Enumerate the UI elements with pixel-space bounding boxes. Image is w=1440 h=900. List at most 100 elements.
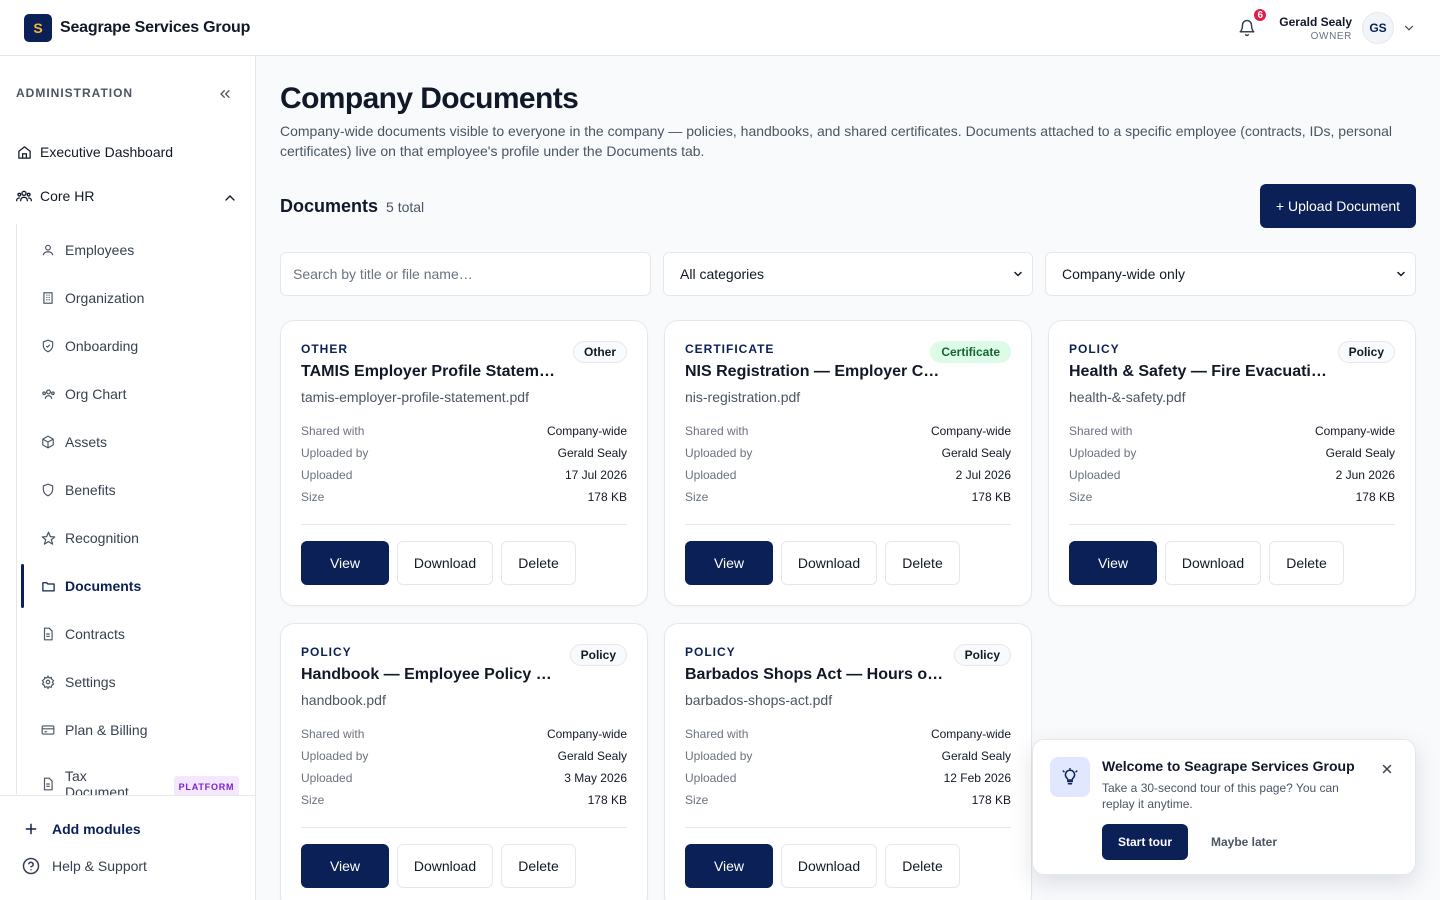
meta-label: Shared with xyxy=(301,424,365,438)
category-badge: Certificate xyxy=(930,341,1011,363)
meta-row: Shared with Company-wide xyxy=(301,727,627,741)
meta-value: 178 KB xyxy=(971,490,1011,504)
sidebar-item-org-chart[interactable]: Org Chart xyxy=(40,376,240,412)
document-category: POLICY xyxy=(685,645,736,659)
download-button[interactable]: Download xyxy=(397,844,493,888)
view-button[interactable]: View xyxy=(685,844,773,888)
divider xyxy=(1069,524,1395,525)
category-badge: Other xyxy=(572,341,627,363)
shield-check-icon xyxy=(40,338,56,354)
sidebar-item-employees[interactable]: Employees xyxy=(40,232,240,268)
delete-button[interactable]: Delete xyxy=(501,844,576,888)
sidebar-item-label: Benefits xyxy=(65,482,116,498)
user-menu-chevron[interactable] xyxy=(1402,21,1416,35)
category-select[interactable]: All categories xyxy=(663,252,1033,296)
gear-icon xyxy=(40,674,56,690)
upload-document-button[interactable]: + Upload Document xyxy=(1260,184,1416,228)
folder-icon xyxy=(40,578,56,594)
chevron-down-icon xyxy=(1404,25,1414,31)
brand[interactable]: S Seagrape Services Group xyxy=(24,13,251,42)
delete-button[interactable]: Delete xyxy=(501,541,576,585)
category-badge: Policy xyxy=(1337,341,1395,363)
tour-title: Welcome to Seagrape Services Group xyxy=(1102,758,1355,774)
meta-label: Size xyxy=(685,793,709,807)
sidebar-item-label: Organization xyxy=(65,290,145,306)
active-indicator xyxy=(21,564,24,608)
meta-value: 3 May 2026 xyxy=(564,771,627,785)
sidebar-item-documents[interactable]: Documents xyxy=(40,568,240,604)
notifications-button[interactable]: 6 xyxy=(1235,7,1269,40)
meta-label: Shared with xyxy=(685,424,749,438)
chevron-down-icon xyxy=(1014,271,1022,277)
divider xyxy=(301,827,627,828)
page-description: Company-wide documents visible to everyo… xyxy=(280,123,1393,159)
meta-row: Size 178 KB xyxy=(1069,490,1395,504)
collapse-sidebar-button[interactable] xyxy=(214,83,236,105)
sidebar-item-assets[interactable]: Assets xyxy=(40,424,240,460)
avatar[interactable]: GS xyxy=(1362,12,1394,44)
view-button[interactable]: View xyxy=(301,541,389,585)
meta-value: 12 Feb 2026 xyxy=(943,771,1011,785)
meta-value: Gerald Sealy xyxy=(941,446,1011,460)
scope-select-value: Company-wide only xyxy=(1062,266,1185,282)
meta-value: Company-wide xyxy=(930,727,1011,741)
start-tour-button[interactable]: Start tour xyxy=(1102,824,1188,860)
sidebar-section-label: ADMINISTRATION xyxy=(16,86,134,100)
search-input[interactable]: Search by title or file name… xyxy=(280,252,651,296)
download-button[interactable]: Download xyxy=(1165,541,1261,585)
download-button[interactable]: Download xyxy=(781,844,877,888)
bell-icon xyxy=(1239,19,1255,37)
sidebar-item-plan-billing[interactable]: Plan & Billing xyxy=(40,712,240,748)
add-modules-label: Add modules xyxy=(52,821,141,837)
home-icon xyxy=(16,144,32,160)
meta-label: Uploaded by xyxy=(301,749,369,763)
view-button[interactable]: View xyxy=(1069,541,1157,585)
view-button[interactable]: View xyxy=(685,541,773,585)
download-button[interactable]: Download xyxy=(781,541,877,585)
user-meta[interactable]: Gerald Sealy OWNER xyxy=(1279,15,1352,42)
meta-row: Uploaded by Gerald Sealy xyxy=(301,446,627,460)
download-button[interactable]: Download xyxy=(397,541,493,585)
divider xyxy=(685,827,1011,828)
maybe-later-button[interactable]: Maybe later xyxy=(1200,824,1288,860)
sidebar-item-label: Documents xyxy=(65,578,142,594)
category-badge: Policy xyxy=(953,644,1011,666)
delete-button[interactable]: Delete xyxy=(885,541,960,585)
search-placeholder: Search by title or file name… xyxy=(293,266,473,282)
meta-row: Shared with Company-wide xyxy=(685,727,1011,741)
sidebar-item-label: Employees xyxy=(65,242,135,258)
tour-text: Take a 30-second tour of this page? You … xyxy=(1102,781,1339,811)
view-button[interactable]: View xyxy=(301,844,389,888)
document-category: POLICY xyxy=(1069,342,1120,356)
sidebar-item-benefits[interactable]: Benefits xyxy=(40,472,240,508)
meta-value: 178 KB xyxy=(587,793,627,807)
close-tour-button[interactable] xyxy=(1377,759,1397,779)
chevron-down-icon xyxy=(1397,271,1405,277)
help-support-label: Help & Support xyxy=(52,858,147,874)
sidebar-item-label: Recognition xyxy=(65,530,139,546)
welcome-tour-popup: Welcome to Seagrape Services Group Take … xyxy=(1032,739,1416,875)
core-hr-toggle[interactable] xyxy=(222,190,238,211)
sidebar-footer: Add modules Help & Support xyxy=(0,795,255,900)
help-support-link[interactable]: Help & Support xyxy=(22,857,147,875)
sidebar-item-core-hr[interactable]: Core HR xyxy=(16,188,94,204)
sidebar-item-onboarding[interactable]: Onboarding xyxy=(40,328,240,364)
document-title: Barbados Shops Act — Hours of Work xyxy=(685,666,945,683)
sidebar-item-contracts[interactable]: Contracts xyxy=(40,616,240,652)
brand-name: Seagrape Services Group xyxy=(60,18,251,36)
delete-button[interactable]: Delete xyxy=(885,844,960,888)
delete-button[interactable]: Delete xyxy=(1269,541,1344,585)
sidebar-item-organization[interactable]: Organization xyxy=(40,280,240,316)
sidebar-item-executive-dashboard[interactable]: Executive Dashboard xyxy=(16,144,173,160)
meta-value: Gerald Sealy xyxy=(557,446,627,460)
scope-select[interactable]: Company-wide only xyxy=(1045,252,1416,296)
add-modules-button[interactable]: Add modules xyxy=(22,821,141,837)
sidebar-item-recognition[interactable]: Recognition xyxy=(40,520,240,556)
document-category: CERTIFICATE xyxy=(685,342,775,356)
sidebar-item-settings[interactable]: Settings xyxy=(40,664,240,700)
document-card: POLICY Policy Health & Safety — Fire Eva… xyxy=(1048,320,1416,606)
meta-value: 2 Jun 2026 xyxy=(1335,468,1395,482)
document-file-name: health-&-safety.pdf xyxy=(1069,389,1186,405)
documents-header: Documents 5 total xyxy=(280,196,424,217)
meta-row: Uploaded 2 Jul 2026 xyxy=(685,468,1011,482)
